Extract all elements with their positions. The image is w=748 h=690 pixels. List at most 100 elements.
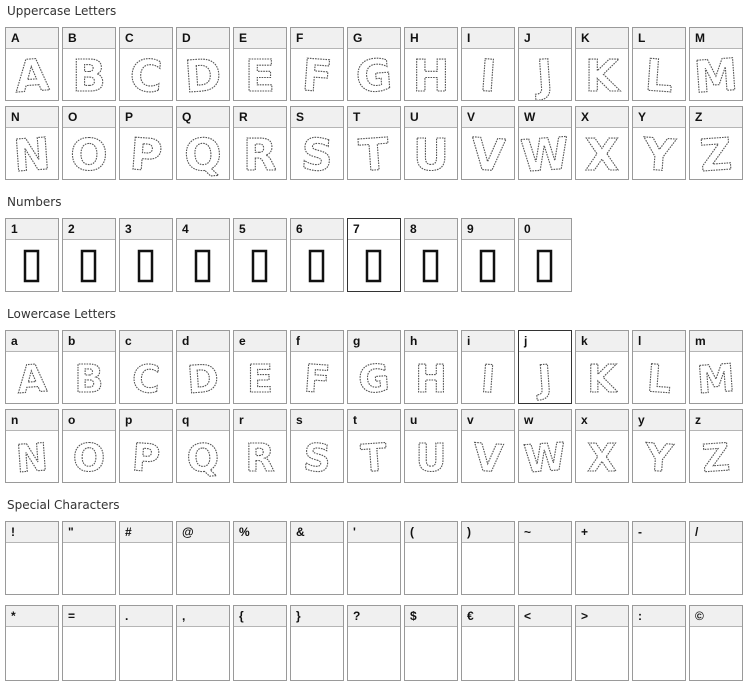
glyph-label: F	[291, 28, 343, 49]
glyph-sample-lower-v: V	[471, 434, 505, 481]
glyph-sample-lower-p: P	[130, 435, 162, 482]
glyph-label: >	[576, 606, 628, 627]
glyph-label: 7	[348, 219, 400, 240]
glyph-preview: T	[348, 128, 400, 179]
glyph-label: J	[519, 28, 571, 49]
glyph-preview: B	[63, 49, 115, 100]
glyph-label: c	[120, 331, 172, 352]
glyph-label: S	[291, 107, 343, 128]
glyph-sample-less-than	[519, 627, 571, 678]
glyph-cell-slash: /	[689, 521, 743, 595]
glyph-cell-digit-3: 3	[119, 218, 173, 292]
glyph-sample-upper-a: A	[13, 49, 52, 100]
glyph-label: A	[6, 28, 58, 49]
section-title: Special Characters	[7, 498, 120, 512]
glyph-cell-digit-5: 5	[233, 218, 287, 292]
glyph-cell-upper-e: EE	[233, 27, 287, 101]
glyph-preview: U	[405, 128, 457, 179]
glyph-sample-upper-g: G	[354, 49, 395, 100]
glyph-label: k	[576, 331, 628, 352]
glyph-cell-upper-n: NN	[5, 106, 59, 180]
glyph-cell-upper-f: FF	[290, 27, 344, 101]
glyph-sample-digit-6	[308, 249, 325, 283]
glyph-outline: G	[354, 50, 394, 100]
glyph-label: '	[348, 522, 400, 543]
glyph-preview: Y	[633, 431, 685, 482]
glyph-sample-lower-l: L	[645, 356, 673, 403]
glyph-preview	[63, 543, 115, 594]
glyph-label: R	[234, 107, 286, 128]
glyph-row: AABBCCDDEEFFGGHHIIJJKKLLMM	[5, 27, 748, 101]
glyph-cell-right-brace: }	[290, 605, 344, 681]
glyph-sample-lower-o: O	[72, 435, 105, 480]
glyph-outline: R	[243, 130, 277, 179]
glyph-sample-digit-0	[536, 249, 553, 283]
glyph-cell-lower-n: nN	[5, 409, 59, 483]
glyph-preview: W	[519, 128, 571, 179]
glyph-preview	[462, 240, 514, 291]
glyph-cell-lower-d: dD	[176, 330, 230, 404]
glyph-preview	[6, 543, 58, 594]
glyph-outline: X	[587, 436, 616, 480]
glyph-preview	[177, 543, 229, 594]
glyph-label: +	[576, 522, 628, 543]
missing-glyph-box	[308, 249, 325, 283]
glyph-label: q	[177, 410, 229, 431]
glyph-preview: V	[462, 431, 514, 482]
glyph-cell-upper-b: BB	[62, 27, 116, 101]
glyph-cell-lower-a: aA	[5, 330, 59, 404]
glyph-preview: Q	[177, 128, 229, 179]
glyph-preview: K	[576, 49, 628, 100]
missing-glyph-box	[365, 249, 382, 283]
glyph-label: e	[234, 331, 286, 352]
glyph-preview	[177, 627, 229, 678]
glyph-sample-copyright	[690, 627, 742, 678]
glyph-cell-lower-e: eE	[233, 330, 287, 404]
glyph-outline: L	[643, 50, 675, 100]
glyph-sample-upper-v: V	[469, 128, 508, 179]
glyph-outline: D	[186, 356, 221, 402]
glyph-preview: L	[633, 49, 685, 100]
glyph-label: 4	[177, 219, 229, 240]
glyph-sample-exclamation	[6, 543, 58, 594]
glyph-sample-lower-j: J	[533, 356, 554, 402]
glyph-preview: Y	[633, 128, 685, 179]
glyph-cell-upper-a: AA	[5, 27, 59, 101]
glyph-preview	[291, 627, 343, 678]
glyph-row: 1234567890	[5, 218, 748, 292]
glyph-label: Y	[633, 107, 685, 128]
glyph-outline: W	[522, 435, 567, 482]
glyph-label: X	[576, 107, 628, 128]
glyph-cell-asterisk: *	[5, 605, 59, 681]
glyph-outline: U	[413, 130, 449, 179]
glyph-sample-left-brace	[234, 627, 286, 678]
glyph-preview: B	[63, 352, 115, 403]
glyph-preview: L	[633, 352, 685, 403]
glyph-preview	[348, 627, 400, 678]
glyph-label: s	[291, 410, 343, 431]
glyph-cell-upper-t: TT	[347, 106, 401, 180]
glyph-sample-upper-l: L	[643, 50, 676, 100]
glyph-cell-double-quote: "	[62, 521, 116, 595]
glyph-label: ©	[690, 606, 742, 627]
glyph-outline: P	[128, 129, 164, 179]
glyph-cell-lower-u: uU	[404, 409, 458, 483]
glyph-cell-lower-x: xX	[575, 409, 629, 483]
glyph-label: d	[177, 331, 229, 352]
glyph-sample-lower-i: I	[479, 356, 497, 402]
glyph-preview: Z	[690, 128, 742, 179]
glyph-sample-slash	[690, 543, 742, 594]
glyph-label: h	[405, 331, 457, 352]
glyph-sample-lower-u: U	[415, 435, 447, 480]
glyph-cell-lower-y: yY	[632, 409, 686, 483]
glyph-sample-upper-c: C	[128, 49, 165, 100]
glyph-preview: R	[234, 128, 286, 179]
glyph-sample-plus	[576, 543, 628, 594]
glyph-sample-digit-5	[251, 249, 268, 283]
glyph-outline: V	[469, 129, 507, 179]
glyph-outline: L	[645, 356, 672, 402]
glyph-sample-upper-m: M	[692, 49, 740, 100]
glyph-label: L	[633, 28, 685, 49]
glyph-outline: I	[479, 357, 496, 402]
glyph-cell-lower-v: vV	[461, 409, 515, 483]
